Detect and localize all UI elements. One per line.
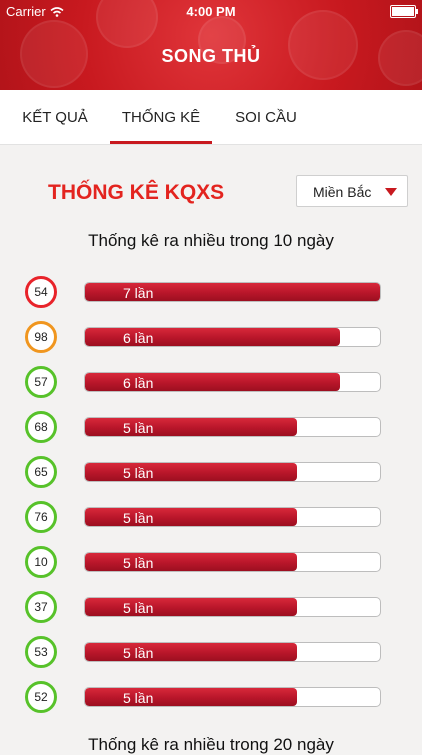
frequency-bar: 5 lần bbox=[84, 642, 381, 662]
subheading-20-days: Thống kê ra nhiều trong 20 ngày bbox=[88, 735, 334, 754]
number-badge: 65 bbox=[25, 456, 57, 488]
number-badge: 68 bbox=[25, 411, 57, 443]
number-badge: 53 bbox=[25, 636, 57, 668]
subheading-10-days: Thống kê ra nhiều trong 10 ngày bbox=[88, 231, 334, 250]
frequency-label: 5 lần bbox=[123, 420, 154, 436]
frequency-bar-fill bbox=[85, 463, 297, 481]
frequency-bar-fill bbox=[85, 643, 297, 661]
section-title: THỐNG KÊ KQXS bbox=[48, 181, 225, 204]
statistics-panel: THỐNG KÊ KQXS Miền Bắc Thống kê ra nhiều… bbox=[0, 145, 422, 754]
number-badge: 52 bbox=[25, 681, 57, 713]
frequency-bar: 5 lần bbox=[84, 597, 381, 617]
tab-soi-cau[interactable]: SOI CẦU bbox=[226, 90, 306, 144]
frequency-bar: 5 lần bbox=[84, 462, 381, 482]
tab-label: SOI CẦU bbox=[235, 109, 297, 126]
frequency-label: 5 lần bbox=[123, 645, 154, 661]
list-item: 52 5 lần bbox=[0, 681, 422, 713]
frequency-label: 7 lần bbox=[123, 285, 154, 301]
frequency-label: 5 lần bbox=[123, 690, 154, 706]
list-item: 53 5 lần bbox=[0, 636, 422, 668]
frequency-bar-fill bbox=[85, 553, 297, 571]
clock: 4:00 PM bbox=[186, 4, 236, 19]
dropdown-caret-icon bbox=[385, 188, 397, 196]
frequency-label: 5 lần bbox=[123, 555, 154, 571]
page-title: SONG THỦ bbox=[161, 46, 261, 66]
tab-bar: KẾT QUẢ THỐNG KÊ SOI CẦU bbox=[0, 90, 422, 145]
number-badge: 10 bbox=[25, 546, 57, 578]
frequency-bar: 6 lần bbox=[84, 372, 381, 392]
frequency-bar: 5 lần bbox=[84, 507, 381, 527]
number-badge: 54 bbox=[25, 276, 57, 308]
tab-label: KẾT QUẢ bbox=[22, 109, 88, 126]
battery-icon bbox=[390, 5, 418, 18]
frequency-bar: 6 lần bbox=[84, 327, 381, 347]
status-bar: Carrier 4:00 PM bbox=[0, 0, 422, 22]
list-item: 98 6 lần bbox=[0, 321, 422, 353]
frequency-bar-fill bbox=[85, 508, 297, 526]
frequency-bar: 7 lần bbox=[84, 282, 381, 302]
frequency-label: 5 lần bbox=[123, 600, 154, 616]
frequency-bar: 5 lần bbox=[84, 687, 381, 707]
tab-ket-qua[interactable]: KẾT QUẢ bbox=[12, 90, 98, 144]
frequency-bar: 5 lần bbox=[84, 417, 381, 437]
list-item: 68 5 lần bbox=[0, 411, 422, 443]
tab-thong-ke[interactable]: THỐNG KÊ bbox=[110, 90, 212, 144]
frequency-label: 5 lần bbox=[123, 465, 154, 481]
list-item: 76 5 lần bbox=[0, 501, 422, 533]
number-badge: 98 bbox=[25, 321, 57, 353]
list-item: 57 6 lần bbox=[0, 366, 422, 398]
frequency-bar-fill bbox=[85, 418, 297, 436]
list-item: 10 5 lần bbox=[0, 546, 422, 578]
number-badge: 57 bbox=[25, 366, 57, 398]
list-item: 65 5 lần bbox=[0, 456, 422, 488]
frequency-label: 5 lần bbox=[123, 510, 154, 526]
number-badge: 76 bbox=[25, 501, 57, 533]
list-item: 37 5 lần bbox=[0, 591, 422, 623]
region-select[interactable]: Miền Bắc bbox=[296, 175, 408, 207]
region-select-value: Miền Bắc bbox=[313, 184, 372, 200]
frequency-bar: 5 lần bbox=[84, 552, 381, 572]
app-header: Carrier 4:00 PM SONG THỦ bbox=[0, 0, 422, 90]
frequency-bar-fill bbox=[85, 688, 297, 706]
tab-label: THỐNG KÊ bbox=[121, 109, 201, 126]
list-item: 54 7 lần bbox=[0, 276, 422, 308]
number-badge: 37 bbox=[25, 591, 57, 623]
frequency-label: 6 lần bbox=[123, 330, 154, 346]
frequency-bar-fill bbox=[85, 598, 297, 616]
frequency-label: 6 lần bbox=[123, 375, 154, 391]
